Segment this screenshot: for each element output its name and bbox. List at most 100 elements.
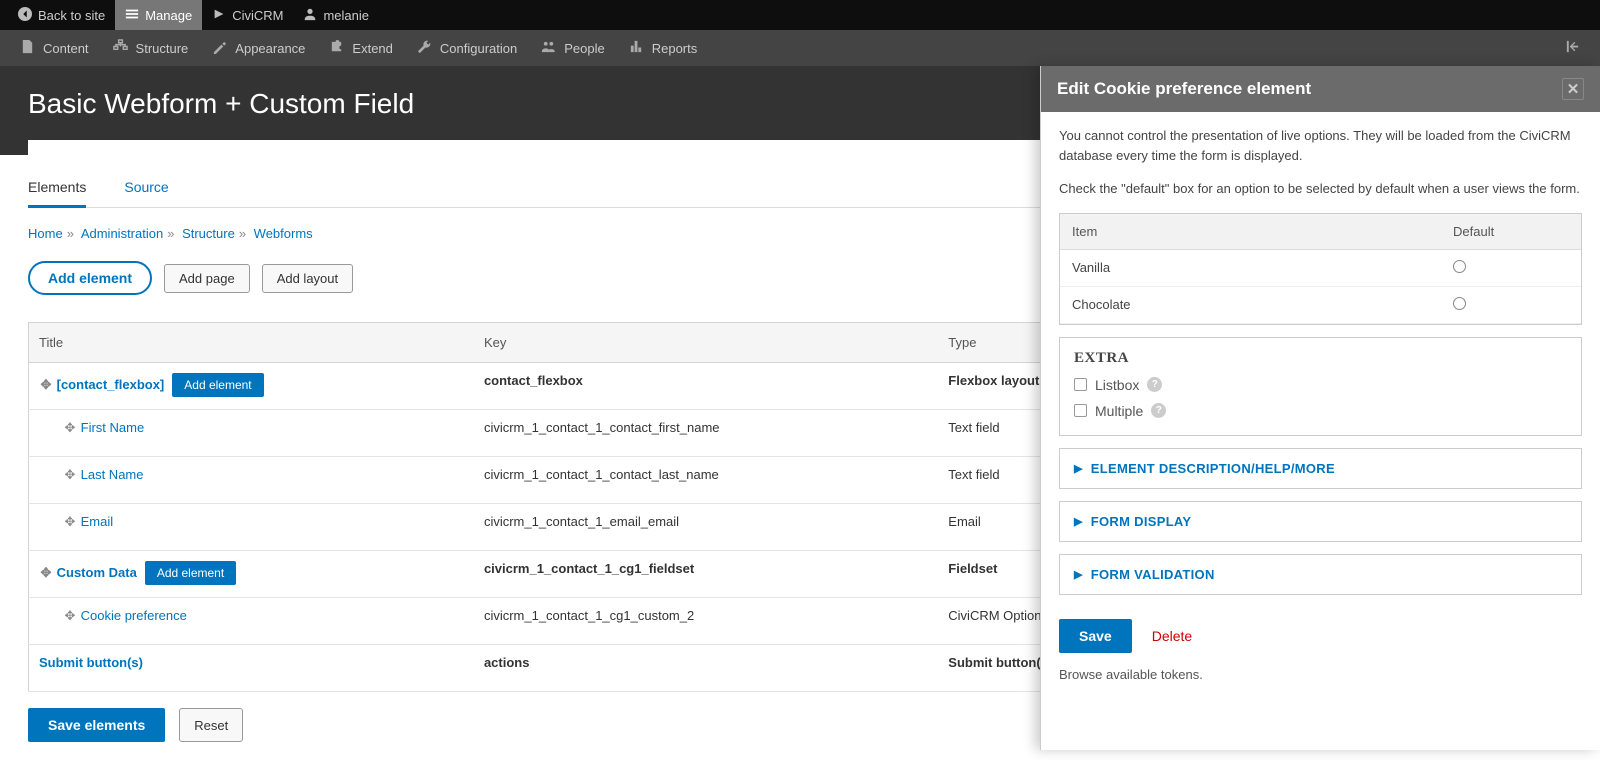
element-key: civicrm_1_contact_1_contact_last_name bbox=[474, 457, 938, 504]
hamburger-icon bbox=[125, 7, 139, 24]
drag-handle-icon[interactable]: ✥ bbox=[39, 377, 53, 393]
add-layout-button[interactable]: Add layout bbox=[262, 264, 353, 293]
admin-reports[interactable]: Reports bbox=[617, 30, 710, 66]
puzzle-icon bbox=[329, 39, 344, 57]
element-key: civicrm_1_contact_1_email_email bbox=[474, 504, 938, 551]
close-icon[interactable]: ✕ bbox=[1562, 78, 1584, 100]
people-icon bbox=[541, 39, 556, 57]
multiple-checkbox[interactable] bbox=[1074, 404, 1087, 417]
crumb-webforms[interactable]: Webforms bbox=[254, 226, 313, 241]
element-key: civicrm_1_contact_1_contact_first_name bbox=[474, 410, 938, 457]
add-element-button[interactable]: Add element bbox=[28, 261, 152, 295]
drag-handle-icon[interactable]: ✥ bbox=[39, 565, 53, 581]
drag-handle-icon[interactable]: ✥ bbox=[63, 514, 77, 530]
edit-element-panel: Edit Cookie preference element ✕ You can… bbox=[1040, 66, 1600, 750]
option-row: Vanilla bbox=[1060, 249, 1581, 286]
manage-label: Manage bbox=[145, 8, 192, 23]
multiple-label: Multiple bbox=[1095, 403, 1143, 419]
brush-icon bbox=[212, 39, 227, 57]
civicrm-link[interactable]: CiviCRM bbox=[202, 0, 293, 30]
tab-view[interactable]: View bbox=[28, 140, 56, 155]
civicrm-label: CiviCRM bbox=[232, 8, 283, 23]
element-key: civicrm_1_contact_1_cg1_fieldset bbox=[474, 551, 938, 598]
tab-build[interactable]: Build bbox=[123, 140, 152, 155]
element-title-link[interactable]: Last Name bbox=[81, 467, 144, 482]
extra-fieldset: EXTRA Listbox ? Multiple ? bbox=[1059, 337, 1582, 436]
tokens-link[interactable]: Browse available tokens. bbox=[1059, 667, 1582, 682]
listbox-label: Listbox bbox=[1095, 377, 1139, 393]
row-add-element-button[interactable]: Add element bbox=[145, 561, 236, 585]
element-title-link[interactable]: Cookie preference bbox=[81, 608, 187, 623]
civicrm-icon bbox=[212, 7, 226, 24]
element-title-link[interactable]: Email bbox=[81, 514, 114, 529]
row-add-element-button[interactable]: Add element bbox=[172, 373, 263, 397]
drag-handle-icon[interactable]: ✥ bbox=[63, 420, 77, 436]
help-icon[interactable]: ? bbox=[1147, 377, 1162, 392]
wrench-icon bbox=[417, 39, 432, 57]
admin-configuration[interactable]: Configuration bbox=[405, 30, 529, 66]
tab-test[interactable]: Test bbox=[56, 140, 80, 155]
listbox-checkbox[interactable] bbox=[1074, 378, 1087, 391]
default-radio[interactable] bbox=[1453, 297, 1466, 310]
manage-toggle[interactable]: Manage bbox=[115, 0, 202, 30]
help-icon[interactable]: ? bbox=[1151, 403, 1166, 418]
add-page-button[interactable]: Add page bbox=[164, 264, 250, 293]
option-row: Chocolate bbox=[1060, 286, 1581, 323]
element-key: civicrm_1_contact_1_cg1_custom_2 bbox=[474, 598, 938, 645]
drag-handle-icon[interactable]: ✥ bbox=[63, 608, 77, 624]
subtab-source[interactable]: Source bbox=[124, 173, 168, 207]
details-form-display[interactable]: ▶FORM DISPLAY bbox=[1059, 501, 1582, 542]
user-icon bbox=[303, 7, 317, 24]
tab-results[interactable]: Results bbox=[80, 140, 123, 155]
user-menu[interactable]: melanie bbox=[293, 0, 379, 30]
admin-extend[interactable]: Extend bbox=[317, 30, 404, 66]
help-text-1: You cannot control the presentation of l… bbox=[1059, 126, 1582, 165]
collapse-icon bbox=[1565, 39, 1580, 57]
user-label: melanie bbox=[323, 8, 369, 23]
element-title-link[interactable]: Custom Data bbox=[57, 565, 137, 580]
th-default: Default bbox=[1441, 214, 1581, 250]
admin-structure[interactable]: Structure bbox=[101, 30, 201, 66]
panel-header: Edit Cookie preference element ✕ bbox=[1041, 66, 1600, 112]
tab-settings[interactable]: Settings bbox=[152, 140, 199, 155]
back-label: Back to site bbox=[38, 8, 105, 23]
element-title-link[interactable]: [contact_flexbox] bbox=[57, 377, 165, 392]
save-elements-button[interactable]: Save elements bbox=[28, 708, 165, 742]
admin-people[interactable]: People bbox=[529, 30, 616, 66]
th-key: Key bbox=[474, 323, 938, 363]
details-form-validation[interactable]: ▶FORM VALIDATION bbox=[1059, 554, 1582, 595]
element-title-link[interactable]: Submit button(s) bbox=[39, 655, 143, 670]
option-label: Vanilla bbox=[1060, 249, 1441, 286]
element-key: contact_flexbox bbox=[474, 363, 938, 410]
crumb-structure[interactable]: Structure bbox=[182, 226, 235, 241]
options-fieldset: Item Default Vanilla Chocolate bbox=[1059, 213, 1582, 325]
option-label: Chocolate bbox=[1060, 286, 1441, 323]
admin-content[interactable]: Content bbox=[8, 30, 101, 66]
back-arrow-icon bbox=[18, 7, 32, 24]
details-description[interactable]: ▶ELEMENT DESCRIPTION/HELP/MORE bbox=[1059, 448, 1582, 489]
toolbar-top: Back to site Manage CiviCRM melanie bbox=[0, 0, 1600, 30]
help-text-2: Check the "default" box for an option to… bbox=[1059, 179, 1582, 199]
structure-icon bbox=[113, 39, 128, 57]
th-item: Item bbox=[1060, 214, 1441, 250]
crumb-admin[interactable]: Administration bbox=[81, 226, 163, 241]
subtab-elements[interactable]: Elements bbox=[28, 173, 86, 208]
orientation-toggle[interactable] bbox=[1553, 30, 1592, 66]
admin-appearance[interactable]: Appearance bbox=[200, 30, 317, 66]
options-table: Item Default Vanilla Chocolate bbox=[1060, 214, 1581, 324]
default-radio[interactable] bbox=[1453, 260, 1466, 273]
panel-save-button[interactable]: Save bbox=[1059, 619, 1132, 653]
caret-right-icon: ▶ bbox=[1074, 462, 1083, 475]
reset-button[interactable]: Reset bbox=[179, 708, 243, 742]
panel-title: Edit Cookie preference element bbox=[1057, 79, 1311, 99]
toolbar-admin: Content Structure Appearance Extend Conf… bbox=[0, 30, 1600, 66]
crumb-home[interactable]: Home bbox=[28, 226, 63, 241]
back-to-site[interactable]: Back to site bbox=[8, 0, 115, 30]
drag-handle-icon[interactable]: ✥ bbox=[63, 467, 77, 483]
caret-right-icon: ▶ bbox=[1074, 515, 1083, 528]
th-title: Title bbox=[29, 323, 474, 363]
panel-delete-button[interactable]: Delete bbox=[1152, 628, 1192, 644]
file-icon bbox=[20, 39, 35, 57]
element-title-link[interactable]: First Name bbox=[81, 420, 145, 435]
panel-body[interactable]: You cannot control the presentation of l… bbox=[1041, 112, 1600, 750]
